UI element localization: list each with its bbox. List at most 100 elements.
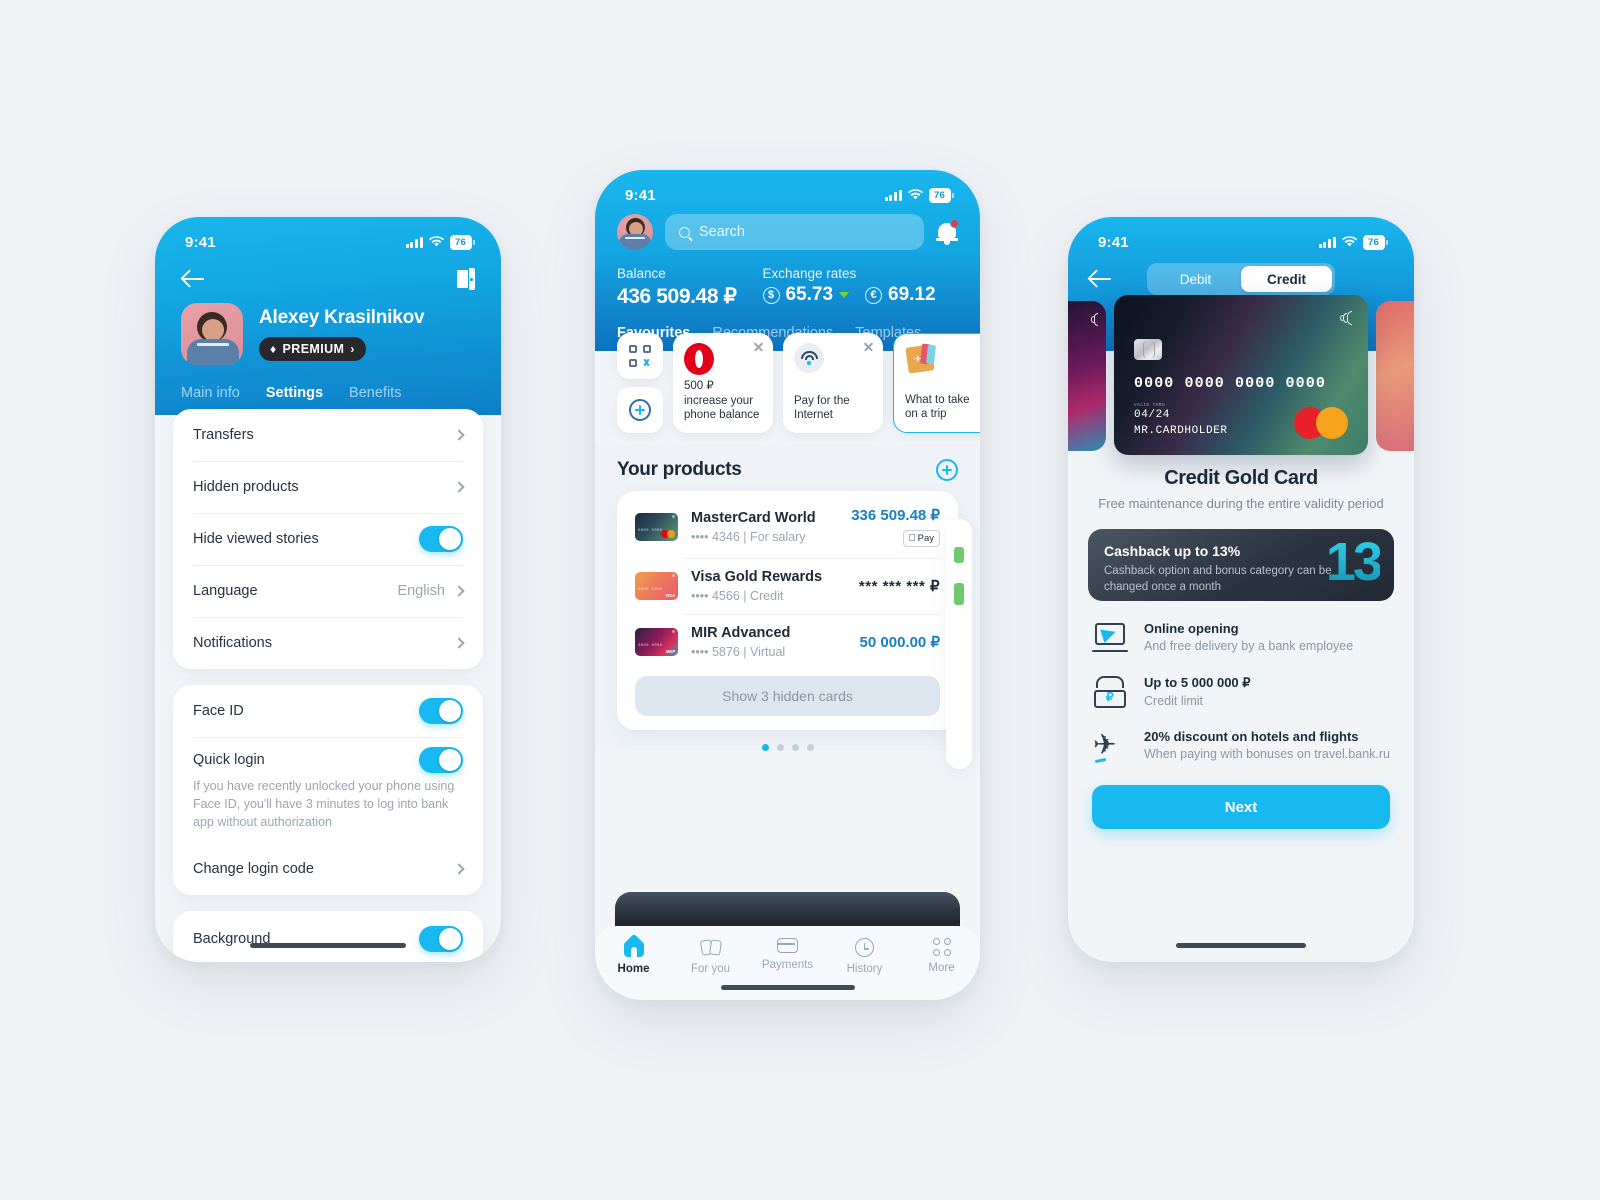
- tab-label: More: [928, 962, 955, 974]
- bell-icon[interactable]: [936, 219, 959, 245]
- chevron-right-icon: [453, 863, 465, 876]
- plus-circle-icon: [629, 399, 651, 421]
- settings-row-hide-viewed-stories[interactable]: Hide viewed stories: [173, 513, 483, 565]
- tab-settings[interactable]: Settings: [266, 385, 323, 401]
- products-section-header: Your products: [617, 459, 958, 481]
- wifi-icon: [1341, 236, 1357, 247]
- phone-home-screen: 9:41 76 Search Balance 436 509.48 ₽ Exch…: [595, 170, 980, 1000]
- settings-row-background[interactable]: Background: [173, 911, 483, 962]
- balance-block[interactable]: Balance 436 509.48 ₽: [617, 266, 737, 309]
- tab-home[interactable]: Home: [595, 938, 672, 975]
- search-input[interactable]: Search: [665, 214, 924, 250]
- settings-header: 9:41 76 Alexey Krasilnikov ♦ PREMIUM › M…: [155, 217, 501, 415]
- card-carousel[interactable]: 0000 0000 0000 0000 VALID THRU 04/24 MR.…: [1068, 295, 1414, 470]
- passport-icon: ✈: [905, 343, 943, 374]
- home-search-row: Search: [595, 212, 980, 250]
- tab-benefits[interactable]: Benefits: [349, 385, 401, 401]
- search-icon: [679, 226, 690, 238]
- product-name: MasterCard World: [691, 509, 816, 526]
- page-title: Alexey Krasilnikov: [259, 307, 425, 328]
- add-product-button[interactable]: [936, 459, 958, 481]
- card-holder-name: MR.CARDHOLDER: [1134, 425, 1228, 437]
- tab-payments[interactable]: Payments: [749, 938, 826, 971]
- quick-login-toggle[interactable]: [419, 747, 463, 773]
- apple-icon: : [909, 533, 916, 544]
- cellular-signal-icon: [884, 189, 902, 201]
- tab-for-you[interactable]: For you: [672, 938, 749, 975]
- back-arrow-icon[interactable]: [1088, 268, 1114, 290]
- settings-row-label: Face ID: [193, 703, 244, 719]
- avatar[interactable]: [181, 303, 243, 365]
- benefit-title: Up to 5 000 000 ₽: [1144, 675, 1251, 690]
- quick-actions: [617, 333, 663, 433]
- settings-row-face-id[interactable]: Face ID: [173, 685, 483, 737]
- close-icon[interactable]: [863, 341, 874, 352]
- pagination-dots[interactable]: [617, 744, 958, 751]
- status-bar: 9:41 76: [155, 217, 501, 259]
- products-section-title: Your products: [617, 459, 742, 480]
- card-offer-body: Credit Gold Card Free maintenance during…: [1068, 455, 1414, 829]
- tab-more[interactable]: More: [903, 938, 980, 974]
- avatar[interactable]: [617, 214, 653, 250]
- favourite-card-internet[interactable]: Pay for the Internet: [783, 333, 883, 433]
- table-row[interactable]: 0000 0000 VISA Visa Gold Rewards •••• 45…: [617, 558, 958, 614]
- credit-card-visual[interactable]: 0000 0000 0000 0000 VALID THRU 04/24 MR.…: [1114, 295, 1368, 455]
- hide-viewed-stories-toggle[interactable]: [419, 526, 463, 552]
- favourite-card-phone-topup[interactable]: 500 ₽ increase your phone balance: [673, 333, 773, 433]
- tab-main-info[interactable]: Main info: [181, 385, 240, 401]
- rate-eur[interactable]: € 69.12: [865, 284, 936, 306]
- close-icon[interactable]: [753, 341, 764, 352]
- mir-purple-thumb: 0000 0000 MNP: [635, 628, 678, 656]
- table-row[interactable]: 0000 0000 MNP MIR Advanced •••• 5876 | V…: [617, 614, 958, 670]
- face-id-toggle[interactable]: [419, 698, 463, 724]
- battery-indicator: 76: [1362, 234, 1388, 250]
- wifi-icon: [907, 189, 923, 200]
- premium-badge[interactable]: ♦ PREMIUM ›: [259, 337, 366, 361]
- home-indicator: [1176, 943, 1306, 948]
- favourite-card-label: 500 ₽ increase your phone balance: [684, 379, 760, 422]
- settings-row-notifications[interactable]: Notifications: [173, 617, 483, 669]
- card-type-switch-row: Debit Credit: [1068, 259, 1414, 295]
- screenshot-stage: 9:41 76 Alexey Krasilnikov ♦ PREMIUM › M…: [0, 0, 1600, 1200]
- settings-nav-row: [155, 259, 501, 297]
- mts-logo-icon: [684, 343, 714, 375]
- product-meta: •••• 5876 | Virtual: [691, 645, 786, 659]
- euro-icon: €: [865, 286, 883, 304]
- list-item: ₽ Up to 5 000 000 ₽ Credit limit: [1088, 675, 1394, 709]
- exit-door-icon[interactable]: [455, 268, 475, 290]
- show-hidden-cards-button[interactable]: Show 3 hidden cards: [635, 676, 940, 716]
- settings-row-transfers[interactable]: Transfers: [173, 409, 483, 461]
- next-button[interactable]: Next: [1092, 785, 1390, 829]
- benefit-subtitle: And free delivery by a bank employee: [1144, 639, 1354, 653]
- chevron-right-icon: ›: [350, 342, 355, 356]
- settings-row-hidden-products[interactable]: Hidden products: [173, 461, 483, 513]
- settings-row-label: Transfers: [193, 427, 254, 443]
- home-indicator: [720, 985, 855, 990]
- settings-row-label: Change login code: [193, 861, 314, 878]
- profile-block: Alexey Krasilnikov ♦ PREMIUM ›: [155, 297, 501, 365]
- table-row[interactable]: 0000 0000 MasterCard World •••• 4346 | F…: [617, 495, 958, 558]
- cashback-banner[interactable]: Cashback up to 13% Cashback option and b…: [1088, 529, 1394, 601]
- card-previous-preview[interactable]: [1068, 301, 1106, 451]
- back-arrow-icon[interactable]: [181, 268, 207, 290]
- segment-credit[interactable]: Credit: [1241, 266, 1332, 292]
- qr-scan-button[interactable]: [617, 333, 663, 379]
- product-name: MIR Advanced: [691, 625, 791, 641]
- rate-usd[interactable]: $ 65.73: [762, 284, 850, 306]
- gem-icon: ♦: [270, 342, 277, 356]
- settings-row-quick-login[interactable]: Quick login: [173, 737, 483, 783]
- background-toggle[interactable]: [419, 926, 463, 953]
- card-next-preview[interactable]: [1376, 301, 1414, 451]
- add-favourite-button[interactable]: [617, 387, 663, 433]
- settings-row-change-login-code[interactable]: Change login code: [173, 843, 483, 895]
- tab-history[interactable]: History: [826, 938, 903, 975]
- segment-debit[interactable]: Debit: [1150, 266, 1241, 292]
- card-number: 0000 0000 0000 0000: [1134, 375, 1326, 392]
- settings-group-general: Transfers Hidden products Hide viewed st…: [173, 409, 483, 669]
- card-type-segmented-control[interactable]: Debit Credit: [1147, 263, 1335, 295]
- settings-row-language[interactable]: Language English: [173, 565, 483, 617]
- favourite-card-trip[interactable]: ✈ What to take on a trip: [893, 333, 980, 433]
- exchange-rates-block[interactable]: Exchange rates $ 65.73 € 69.12: [762, 266, 936, 309]
- page-subtitle: Free maintenance during the entire valid…: [1098, 496, 1384, 511]
- apple-pay-badge:  Pay: [902, 530, 940, 547]
